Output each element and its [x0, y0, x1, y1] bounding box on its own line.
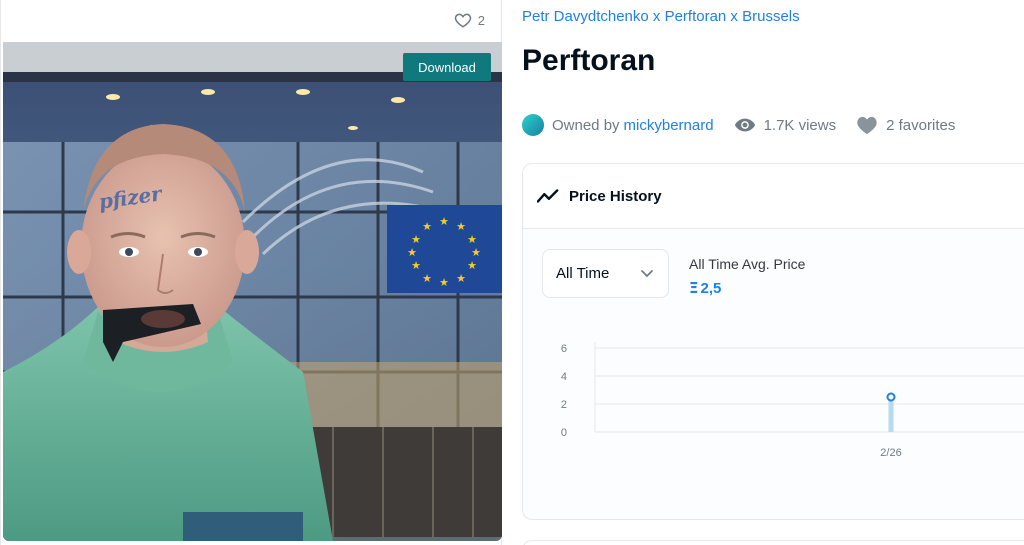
- svg-text:★: ★: [411, 233, 421, 246]
- eth-icon: Ξ: [689, 279, 699, 297]
- svg-text:★: ★: [407, 246, 417, 259]
- price-history-title: Price History: [569, 187, 662, 205]
- heart-icon: [857, 116, 877, 135]
- owned-by-label: Owned by: [552, 116, 620, 134]
- favorite-count: 2: [477, 12, 485, 28]
- views-stat: 1.7K views: [734, 116, 837, 134]
- price-history-header[interactable]: Price History: [523, 164, 1024, 229]
- avg-price-number: 2,5: [700, 279, 722, 297]
- nft-media-image[interactable]: ★ ★ ★ ★ ★ ★ ★ ★ ★ ★ ★ ★ pfizer Download: [3, 42, 502, 541]
- download-button[interactable]: Download: [403, 53, 491, 81]
- next-panel-edge: [522, 540, 1024, 545]
- media-header: 2: [1, 0, 501, 40]
- nft-photo: ★ ★★ ★★★ ★★★ ★★★ pfizer: [3, 42, 502, 541]
- price-point: [886, 392, 896, 402]
- y-tick-label: 4: [561, 371, 567, 383]
- chevron-down-icon: [641, 269, 653, 277]
- time-range-value: All Time: [556, 265, 610, 282]
- collection-link[interactable]: Petr Davydtchenko x Perftoran x Brussels: [522, 8, 800, 25]
- y-tick-label: 2: [561, 399, 567, 411]
- views-count: 1.7K views: [763, 116, 837, 134]
- x-tick-label: 2/26: [880, 447, 901, 459]
- owner-link[interactable]: mickybernard: [624, 117, 714, 134]
- owner-row: Owned by mickybernard 1.7K views 2 favor…: [522, 114, 955, 136]
- svg-text:★: ★: [467, 233, 477, 246]
- time-range-select[interactable]: All Time: [542, 249, 669, 298]
- favorites-stat: 2 favorites: [856, 115, 955, 135]
- avg-price-label: All Time Avg. Price: [689, 256, 806, 272]
- svg-text:★: ★: [456, 220, 466, 233]
- price-history-panel: Price History All Time All Time Avg. Pri…: [522, 163, 1024, 520]
- svg-text:★: ★: [422, 220, 432, 233]
- asset-info-panel: Petr Davydtchenko x Perftoran x Brussels…: [522, 0, 1024, 545]
- trending-line-icon: [537, 189, 559, 203]
- svg-text:★: ★: [456, 272, 466, 285]
- heart-outline-icon: [454, 13, 471, 28]
- price-history-chart: 0 2 4 6 2/26: [561, 342, 1024, 459]
- svg-text:★: ★: [471, 246, 481, 259]
- owner-avatar[interactable]: [522, 114, 544, 136]
- eye-icon: [734, 118, 755, 132]
- y-tick-label: 6: [561, 343, 567, 355]
- avg-price-value: Ξ 2,5: [689, 279, 721, 297]
- svg-text:★: ★: [467, 259, 477, 272]
- svg-text:★: ★: [411, 259, 421, 272]
- asset-title: Perftoran: [522, 44, 656, 77]
- favorites-count: 2 favorites: [886, 116, 956, 134]
- y-tick-label: 0: [561, 427, 567, 439]
- svg-text:★: ★: [439, 215, 449, 228]
- media-card: 2 ★ ★ ★ ★ ★ ★ ★ ★ ★ ★ ★ ★ pfizer Downloa…: [0, 0, 502, 545]
- svg-text:★: ★: [439, 276, 449, 289]
- volume-bar: [888, 397, 894, 432]
- favorite-toggle[interactable]: 2: [454, 11, 485, 29]
- svg-text:★: ★: [422, 272, 432, 285]
